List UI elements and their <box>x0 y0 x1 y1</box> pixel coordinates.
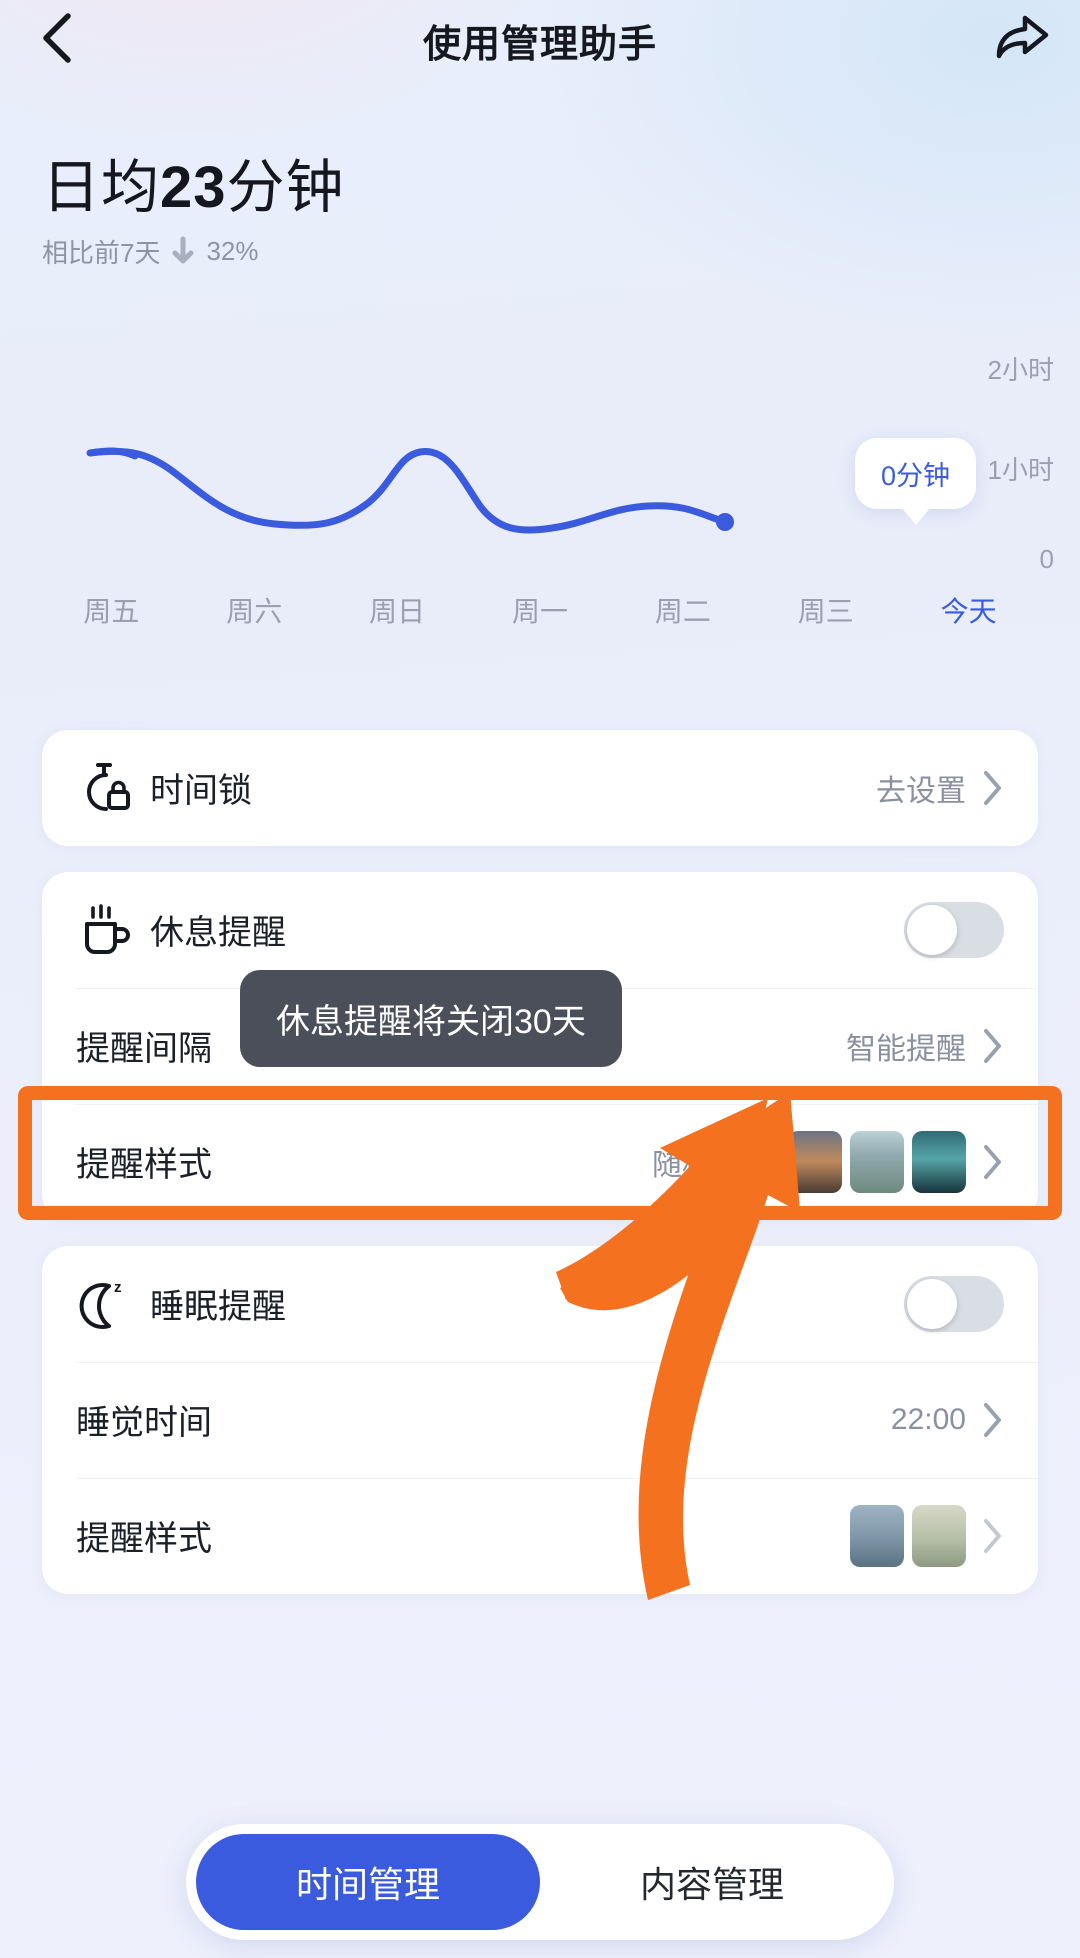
sleep-reminder-toggle[interactable] <box>904 1275 1004 1332</box>
usage-chart[interactable]: 2小时 1小时 0 0分钟 周五 周六 周日 周一 周二 周三 今天 <box>0 328 1080 668</box>
compare-label: 相比前7天 <box>42 237 161 268</box>
thumbnail-image <box>850 1504 904 1567</box>
row-bedtime[interactable]: 睡觉时间 22:00 <box>42 1361 1038 1478</box>
daily-average-unit: 分钟 <box>226 155 345 220</box>
chevron-right-icon <box>982 769 1004 807</box>
chart-day-1[interactable]: 周六 <box>183 590 326 630</box>
chart-day-3[interactable]: 周一 <box>469 590 612 630</box>
chart-day-5[interactable]: 周三 <box>754 590 897 630</box>
thumbnail-image <box>912 1130 966 1193</box>
tab-time-management[interactable]: 时间管理 <box>196 1834 540 1930</box>
card-sleep-reminder: z 睡眠提醒 睡觉时间 22:00 提醒样式 <box>42 1245 1038 1594</box>
row-label: 睡觉时间 <box>76 1404 212 1443</box>
settings-list: 时间锁 去设置 休息提醒 提醒间隔 智能提醒 提醒样式 随机精选 z 睡眠提醒 … <box>0 729 1080 1594</box>
svg-text:z: z <box>114 1279 122 1296</box>
chart-point-today <box>716 512 734 531</box>
top-bar: 使用管理助手 <box>0 0 1080 80</box>
row-value: 22:00 <box>890 1402 966 1436</box>
stopwatch-lock-icon <box>76 758 150 818</box>
row-time-lock[interactable]: 时间锁 去设置 <box>42 730 1038 846</box>
chevron-right-icon <box>982 1517 1004 1555</box>
chart-day-0[interactable]: 周五 <box>40 590 183 630</box>
daily-average-prefix: 日均 <box>42 155 161 220</box>
arrow-down-icon <box>170 236 196 266</box>
row-label: 提醒样式 <box>76 1146 212 1185</box>
chevron-left-icon <box>36 11 80 70</box>
share-arrow-icon <box>994 14 1050 67</box>
row-label: 睡眠提醒 <box>150 1288 286 1327</box>
row-sleep-reminder-style[interactable]: 提醒样式 <box>42 1477 1038 1594</box>
compare-line: 相比前7天 32% <box>42 233 1080 270</box>
chevron-right-icon <box>982 1027 1004 1065</box>
row-value: 去设置 <box>876 774 966 808</box>
thumbnail-image <box>850 1130 904 1193</box>
row-sleep-reminder[interactable]: z 睡眠提醒 <box>42 1246 1038 1362</box>
chart-day-4[interactable]: 周二 <box>611 590 754 630</box>
moon-sleep-icon: z <box>76 1274 150 1334</box>
page-title: 使用管理助手 <box>422 23 657 66</box>
row-value: 智能提醒 <box>846 1032 966 1066</box>
toggle-knob <box>907 904 957 955</box>
row-label: 休息提醒 <box>150 914 286 953</box>
chart-day-2[interactable]: 周日 <box>326 590 469 630</box>
daily-average-value: 23 <box>160 155 227 220</box>
row-reminder-style[interactable]: 提醒样式 随机精选 <box>42 1103 1038 1220</box>
break-reminder-tooltip: 休息提醒将关闭30天 <box>240 970 622 1067</box>
row-value: 随机精选 <box>652 1148 772 1182</box>
row-label: 时间锁 <box>150 772 252 811</box>
tab-content-management[interactable]: 内容管理 <box>540 1834 884 1930</box>
bottom-tabbar: 时间管理 内容管理 <box>186 1824 894 1940</box>
share-button[interactable] <box>990 8 1054 72</box>
coffee-cup-icon <box>76 900 150 960</box>
compare-change: 32% <box>206 235 259 266</box>
thumbnail-image <box>912 1504 966 1567</box>
row-label: 提醒样式 <box>76 1520 212 1559</box>
back-button[interactable] <box>26 8 90 72</box>
card-time-lock: 时间锁 去设置 <box>42 729 1038 846</box>
chart-tooltip-today: 0分钟 <box>855 437 977 509</box>
chevron-right-icon <box>982 1401 1004 1439</box>
chart-day-6[interactable]: 今天 <box>897 590 1040 630</box>
sleep-style-thumbnails <box>850 1504 966 1567</box>
thumbnail-image <box>788 1130 842 1193</box>
daily-average: 日均23分钟 <box>42 155 1080 220</box>
break-reminder-toggle[interactable] <box>904 901 1004 958</box>
chevron-right-icon <box>982 1143 1004 1181</box>
usage-summary: 日均23分钟 相比前7天 32% <box>0 80 1080 270</box>
chart-day-axis: 周五 周六 周日 周一 周二 周三 今天 <box>0 590 1080 630</box>
reminder-style-thumbnails <box>788 1130 966 1193</box>
toggle-knob <box>907 1278 957 1329</box>
